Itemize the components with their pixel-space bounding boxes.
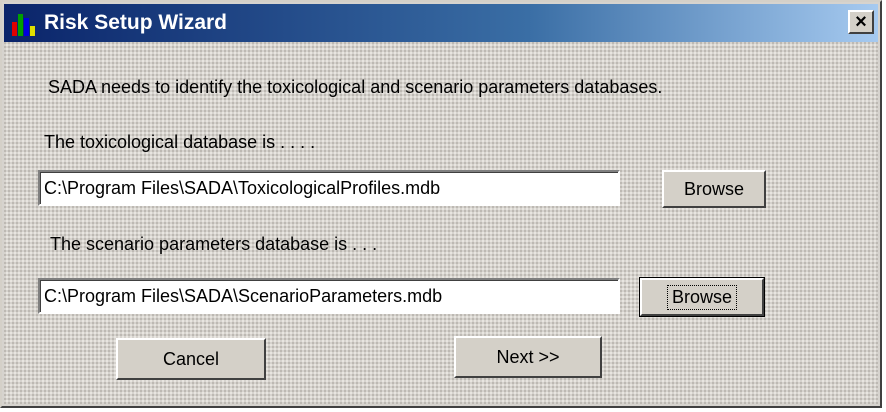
scenario-label: The scenario parameters database is . . … — [50, 234, 378, 254]
cancel-button[interactable]: Cancel — [116, 338, 266, 380]
window-title: Risk Setup Wizard — [44, 11, 228, 34]
next-button[interactable]: Next >> — [454, 336, 602, 378]
intro-text: SADA needs to identify the toxicological… — [48, 77, 663, 97]
toxicological-path-field[interactable]: C:\Program Files\SADA\ToxicologicalProfi… — [38, 170, 620, 206]
scenario-path-field[interactable]: C:\Program Files\SADA\ScenarioParameters… — [38, 278, 620, 314]
toxicological-browse-button[interactable]: Browse — [662, 170, 766, 208]
close-icon: × — [855, 11, 867, 33]
bar-chart-icon — [12, 10, 38, 36]
cancel-label: Cancel — [162, 348, 220, 369]
title-bar[interactable]: Risk Setup Wizard × — [4, 4, 878, 42]
scenario-browse-button[interactable]: Browse — [639, 277, 765, 317]
close-button[interactable]: × — [848, 10, 874, 34]
next-label: Next >> — [496, 346, 560, 367]
wizard-window: Risk Setup Wizard × SADA needs to identi… — [0, 0, 882, 408]
wizard-body: SADA needs to identify the toxicological… — [4, 42, 878, 404]
toxicological-label: The toxicological database is . . . . — [44, 132, 316, 152]
scenario-browse-label: Browse — [666, 284, 738, 310]
toxicological-browse-label: Browse — [683, 178, 745, 199]
